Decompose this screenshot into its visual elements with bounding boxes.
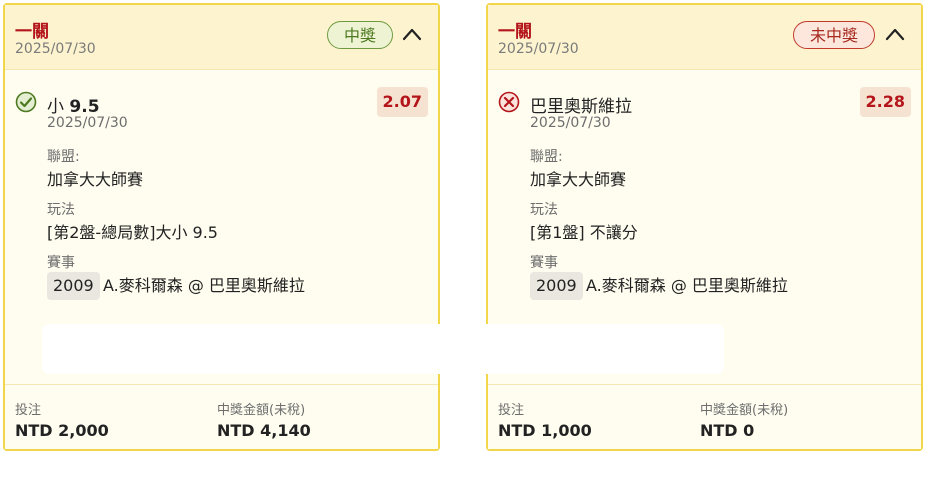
bet-date: 2025/07/30 (498, 41, 579, 57)
bet-card-header[interactable]: 一關 2025/07/30 中獎 (5, 5, 438, 70)
event-id: 2009 (47, 272, 100, 300)
event-label: 賽事 (530, 255, 558, 271)
bet-footer: 投注 NTD 1,000 中獎金額(未稅) NTD 0 (488, 384, 921, 449)
event-name: A.麥科爾森 @ 巴里奧斯維拉 (586, 276, 788, 295)
bet-card-lost: 一關 2025/07/30 未中獎 巴里奧斯維拉 2.28 2025/07/30… (486, 3, 923, 451)
status-badge: 未中獎 (793, 21, 876, 49)
x-circle-icon (498, 91, 520, 113)
league-label: 聯盟: (47, 149, 80, 165)
bet-date: 2025/07/30 (15, 41, 96, 57)
selection: 小 9.5 (47, 92, 100, 117)
stake-label: 投注 (15, 403, 42, 418)
bet-card-won: 一關 2025/07/30 中獎 小 9.5 2.07 2025/07/30 聯… (3, 3, 440, 451)
payout-label: 中獎金額(未稅) (217, 403, 306, 418)
event-label: 賽事 (47, 255, 75, 271)
play-label: 玩法 (47, 202, 75, 218)
payout-label: 中獎金額(未稅) (700, 403, 789, 418)
bet-card-header[interactable]: 一關 2025/07/30 未中獎 (488, 5, 921, 70)
play-label: 玩法 (530, 202, 558, 218)
event-id: 2009 (530, 272, 583, 300)
chevron-up-icon[interactable] (402, 27, 422, 41)
event-name: A.麥科爾森 @ 巴里奧斯維拉 (103, 276, 305, 295)
selection-value: 9.5 (69, 97, 100, 117)
league-label: 聯盟: (530, 149, 563, 165)
bet-footer: 投注 NTD 2,000 中獎金額(未稅) NTD 4,140 (5, 384, 438, 449)
odds-badge: 2.07 (376, 87, 428, 117)
chevron-up-icon[interactable] (885, 27, 905, 41)
selection-date: 2025/07/30 (47, 115, 128, 131)
bet-type-title: 一關 (15, 22, 49, 42)
overlay-panel (42, 324, 724, 374)
selection-prefix: 小 (47, 97, 64, 117)
payout-amount: NTD 4,140 (217, 421, 311, 440)
check-circle-icon (15, 91, 37, 113)
stake-amount: NTD 2,000 (15, 421, 109, 440)
stake-label: 投注 (498, 403, 525, 418)
selection-date: 2025/07/30 (530, 115, 611, 131)
play-value: [第2盤-總局數]大小 9.5 (47, 223, 218, 242)
league-value: 加拿大大師賽 (530, 170, 627, 189)
payout-amount: NTD 0 (700, 421, 755, 440)
league-value: 加拿大大師賽 (47, 170, 144, 189)
selection: 巴里奧斯維拉 (530, 97, 632, 117)
status-badge: 中獎 (327, 21, 394, 49)
odds-badge: 2.28 (859, 87, 911, 117)
play-value: [第1盤] 不讓分 (530, 223, 638, 242)
bet-type-title: 一關 (498, 22, 532, 42)
stake-amount: NTD 1,000 (498, 421, 592, 440)
